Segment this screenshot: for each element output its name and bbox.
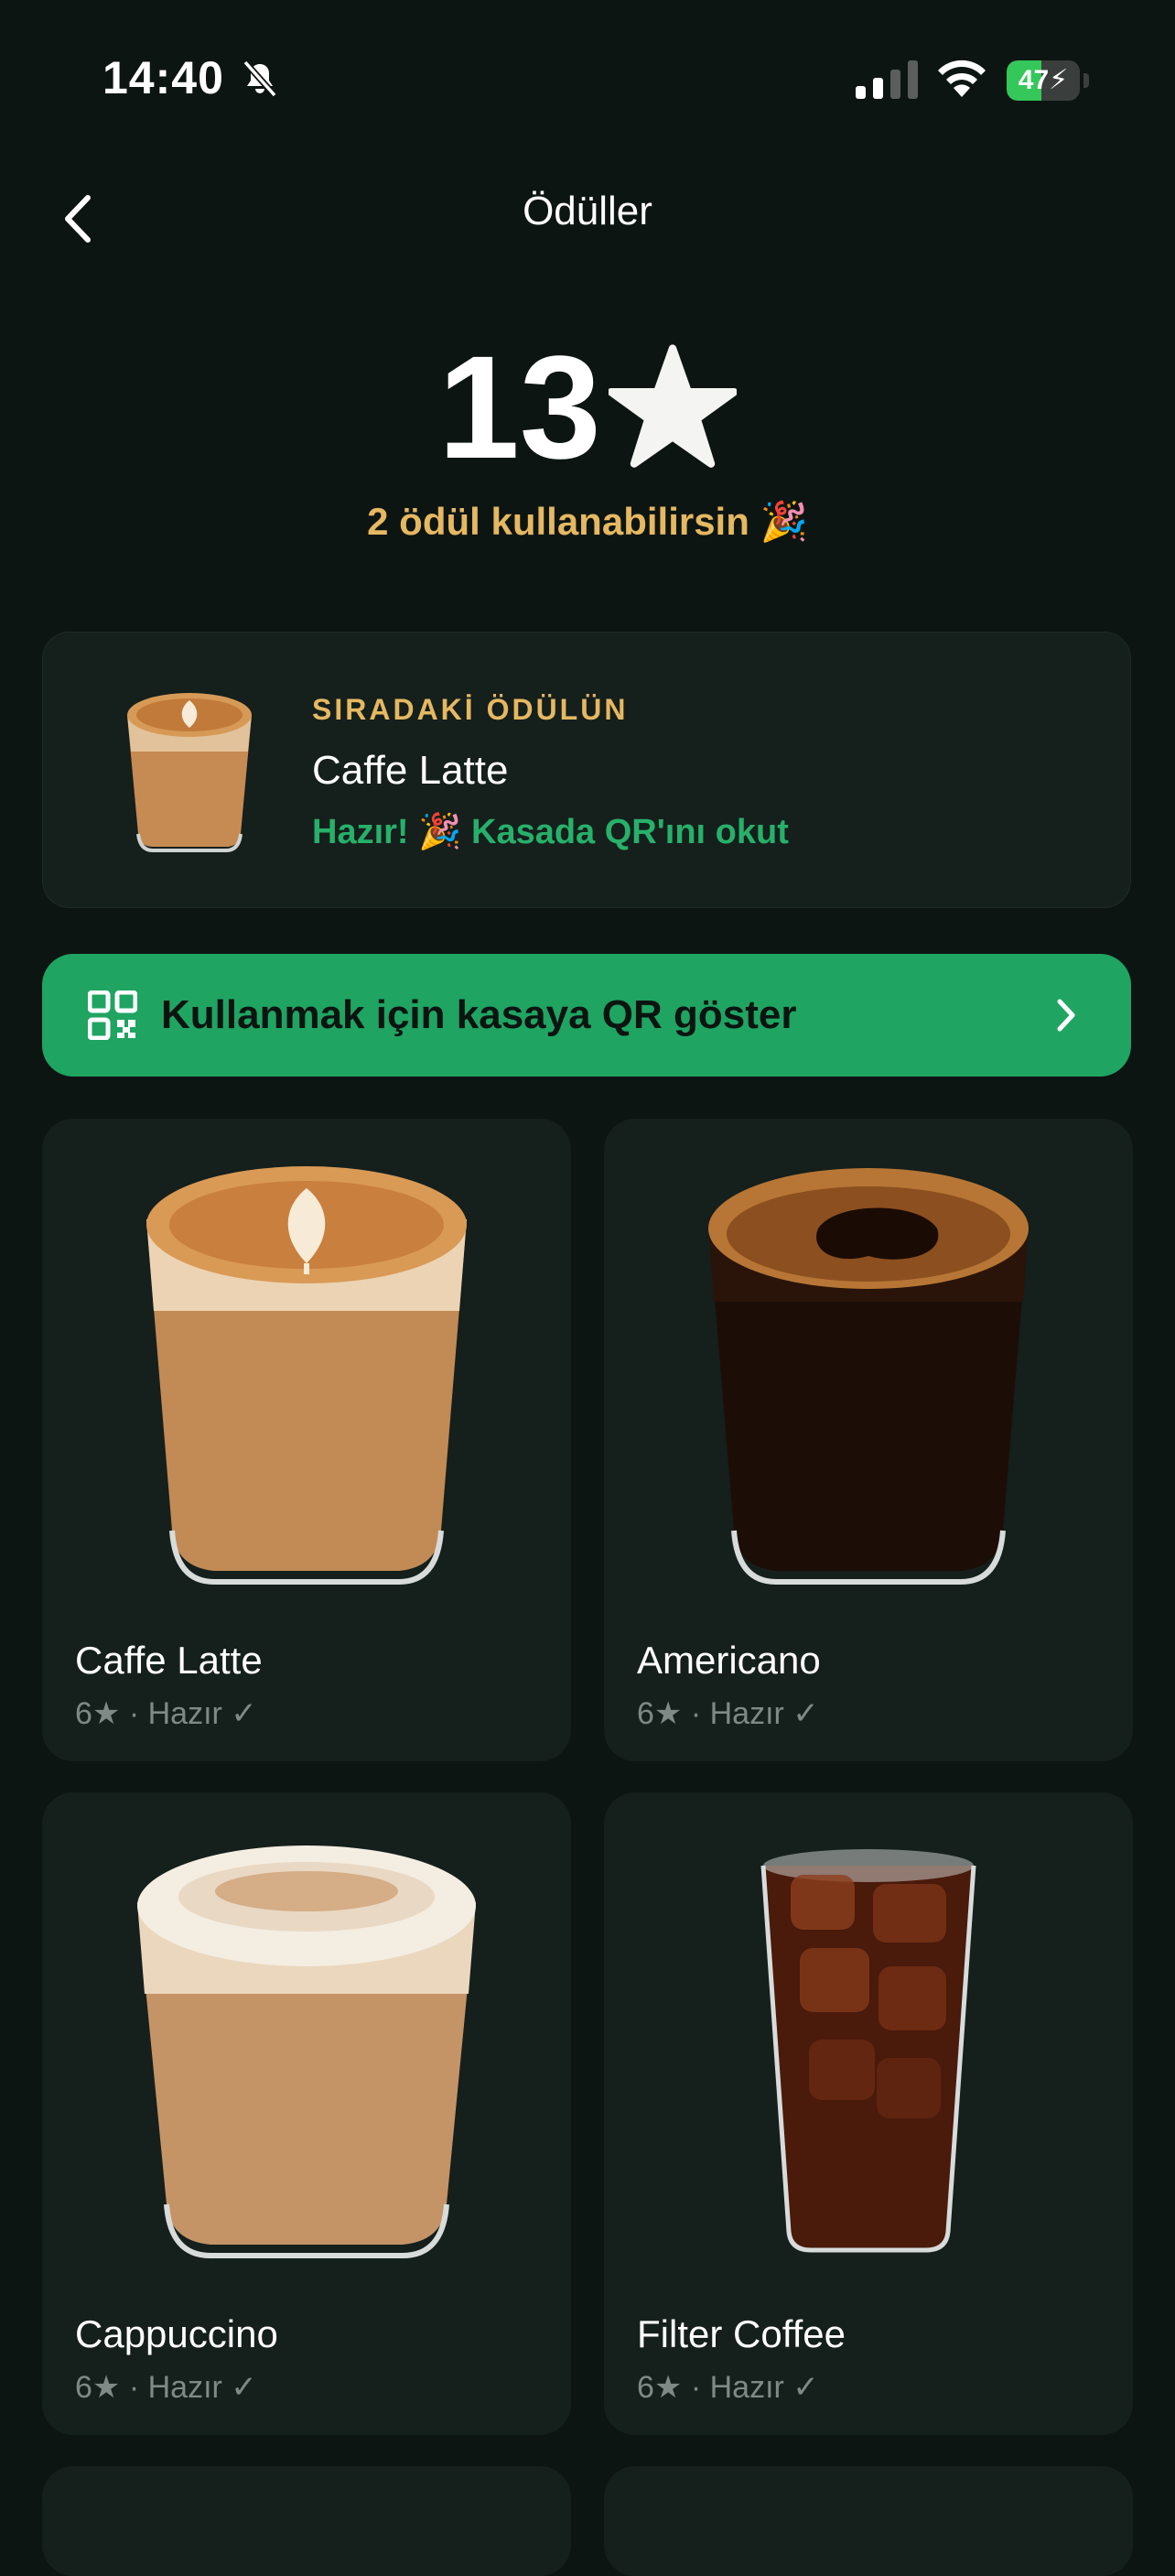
- chevron-right-icon: [1057, 999, 1075, 1032]
- reward-card-partial-left[interactable]: [42, 2466, 571, 2576]
- next-reward-status: Hazır! 🎉 Kasada QR'ını okut: [312, 813, 789, 851]
- reward-meta: 6★ · Hazır ✓: [75, 2370, 257, 2405]
- americano-image: [708, 1168, 1029, 1585]
- reward-card-filter-coffee[interactable]: Filter Coffee 6★ · Hazır ✓: [604, 1792, 1133, 2435]
- page-title: Ödüller: [523, 189, 652, 233]
- star-icon: [609, 344, 738, 468]
- bell-slash-icon: [243, 60, 277, 98]
- wifi-icon: [938, 60, 986, 97]
- battery-percent: 47: [1018, 65, 1050, 95]
- next-reward-label: SIRADAKİ ÖDÜLÜN: [312, 693, 629, 726]
- reward-meta: 6★ · Hazır ✓: [637, 1696, 819, 1731]
- latte-thumbnail: [127, 693, 252, 852]
- qr-code-icon: [88, 990, 137, 1040]
- next-reward-card[interactable]: SIRADAKİ ÖDÜLÜN Caffe Latte Hazır! 🎉 Kas…: [42, 632, 1131, 908]
- reward-card-americano[interactable]: Americano 6★ · Hazır ✓: [604, 1119, 1133, 1761]
- star-count: 13: [437, 325, 601, 489]
- show-qr-button[interactable]: Kullanmak için kasaya QR göster: [42, 954, 1131, 1077]
- reward-meta: 6★ · Hazır ✓: [637, 2370, 819, 2405]
- cellular-signal-icon: [856, 60, 918, 99]
- show-qr-label: Kullanmak için kasaya QR göster: [161, 992, 797, 1037]
- available-rewards-text: 2 ödül kullanabilirsin 🎉: [367, 500, 808, 543]
- filter-coffee-image: [760, 1849, 976, 2253]
- star-balance: 13: [0, 330, 1175, 485]
- reward-name: Caffe Latte: [75, 1639, 263, 1682]
- reward-name: Cappuccino: [75, 2312, 278, 2355]
- reward-card-partial-right[interactable]: [604, 2466, 1133, 2576]
- status-bar: 14:40 47⚡: [0, 0, 1175, 156]
- reward-meta: 6★ · Hazır ✓: [75, 1696, 257, 1731]
- reward-card-cappuccino[interactable]: Cappuccino 6★ · Hazır ✓: [42, 1792, 571, 2435]
- cappuccino-image: [137, 1845, 476, 2258]
- reward-name: Filter Coffee: [637, 2312, 846, 2355]
- reward-name: Americano: [637, 1639, 821, 1682]
- reward-card-caffe-latte[interactable]: Caffe Latte 6★ · Hazır ✓: [42, 1119, 571, 1761]
- caffe-latte-image: [146, 1166, 467, 1585]
- next-reward-title: Caffe Latte: [312, 748, 509, 793]
- status-time: 14:40: [102, 52, 224, 103]
- battery-icon: 47⚡: [1007, 60, 1091, 101]
